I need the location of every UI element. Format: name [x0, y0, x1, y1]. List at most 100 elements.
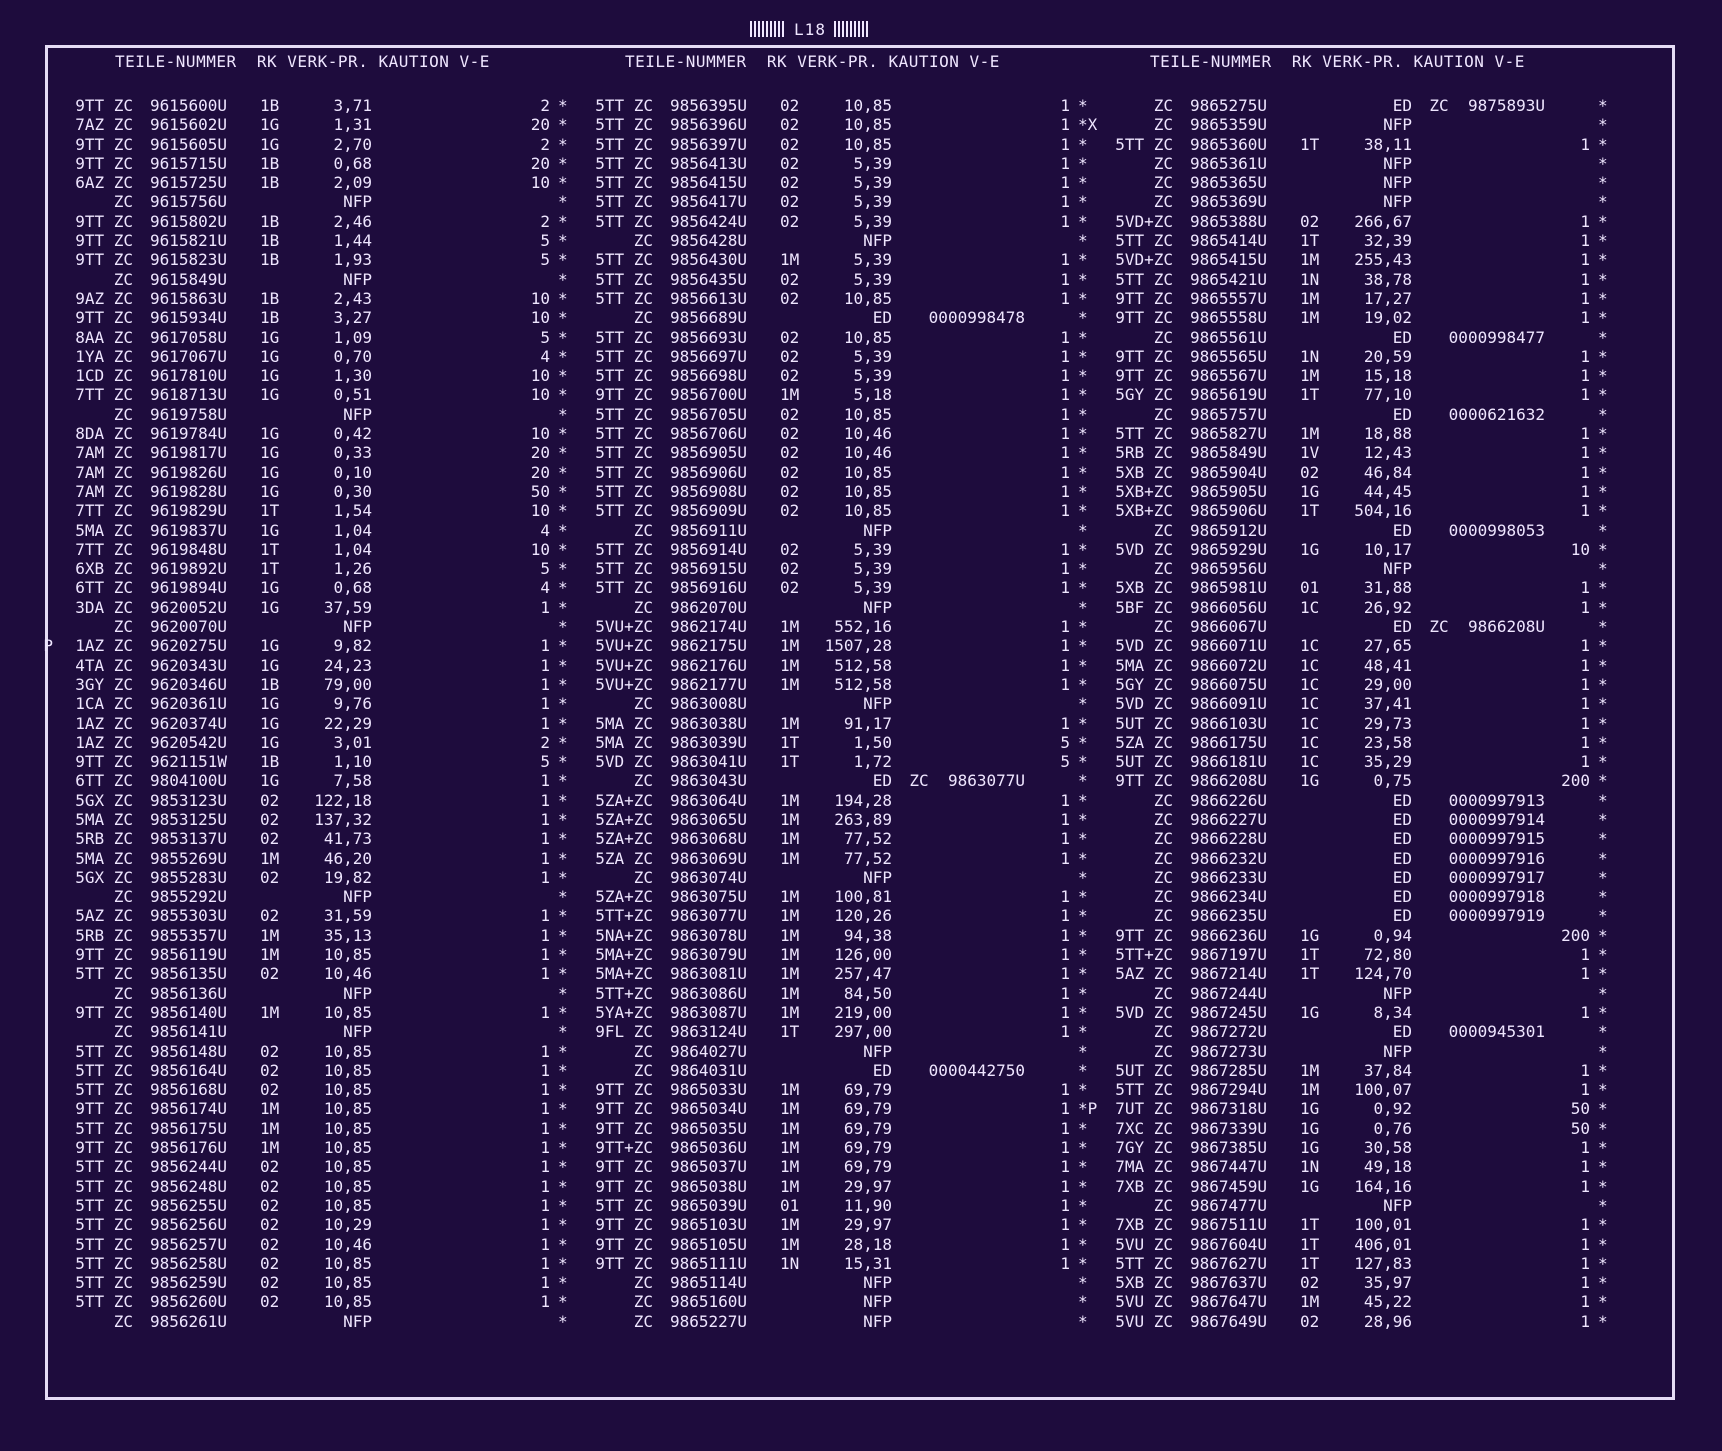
cell-ve: 1 — [1060, 1099, 1070, 1119]
table-row: 9TT ZC 9865035U 1M 69,79 1 * — [575, 1119, 1095, 1138]
cell-num: 9617067U — [150, 346, 228, 366]
table-row: 9TT ZC 9615934U 1B 3,27 10 * — [55, 308, 575, 327]
cell-ve: 1 — [540, 1253, 550, 1273]
cell-num: 9866234U — [1190, 887, 1268, 907]
table-row: ZC 9865359U NFP * — [1095, 115, 1615, 134]
cell-num: 9866091U — [1190, 694, 1268, 714]
cell-ve: 1 — [1580, 211, 1590, 231]
table-row: 9TT ZC 9615715U 1B 0,68 20 * — [55, 154, 575, 173]
cell-num: 9867604U — [1190, 1234, 1268, 1254]
cell-ve: 5 — [540, 250, 550, 270]
table-row: 5VU ZC 9867647U 1M 45,22 1 * — [1095, 1292, 1615, 1311]
cell-rk: 1G — [260, 115, 280, 135]
cell-rk: 1M — [1300, 366, 1320, 386]
cell-num: 9856148U — [150, 1041, 228, 1061]
cell-ve: 1 — [540, 694, 550, 714]
cell-rk: 1C — [1300, 674, 1320, 694]
cell-pr: NFP — [1383, 153, 1412, 173]
cell-typ: 3DA ZC — [75, 597, 133, 617]
cell-typ: 5GX ZC — [75, 790, 133, 810]
tab-stripe-right — [833, 21, 870, 37]
table-row: 9FL ZC 9863124U 1T 297,00 1 * — [575, 1022, 1095, 1041]
cell-ve: 1 — [1060, 1118, 1070, 1138]
cell-ve: 1 — [1580, 443, 1590, 463]
cell-rk: 1C — [1300, 713, 1320, 733]
cell-pr: 10,46 — [843, 424, 892, 444]
cell-ve: 1 — [1580, 385, 1590, 405]
cell-ve: 10 — [530, 539, 550, 559]
cell-typ: 5TT ZC — [1115, 1253, 1173, 1273]
cell-pr: 100,01 — [1354, 1215, 1412, 1235]
cell-pr: 49,18 — [1363, 1157, 1412, 1177]
cell-num: 9620374U — [150, 713, 228, 733]
cell-typ: 5XB ZC — [1115, 462, 1173, 482]
cell-num: 9867637U — [1190, 1273, 1268, 1293]
cell-typ: ZC — [1153, 520, 1173, 540]
cell-pr: NFP — [863, 1311, 892, 1331]
cell-star: * — [1598, 134, 1608, 154]
cell-kau: 0000997915 — [1448, 829, 1545, 849]
cell-pr: 10,85 — [843, 288, 892, 308]
cell-num: 9856698U — [670, 366, 748, 386]
cell-star: * — [1598, 96, 1608, 115]
cell-star: * — [1598, 501, 1608, 521]
cell-num: 9866056U — [1190, 597, 1268, 617]
cell-rk: 02 — [780, 578, 800, 598]
cell-pr: 41,73 — [323, 829, 372, 849]
cell-typ: 1AZ ZC — [75, 732, 133, 752]
table-row: 5UT ZC 9866103U 1C 29,73 1 * — [1095, 714, 1615, 733]
cell-num: 9867339U — [1190, 1118, 1268, 1138]
cell-ve: 1 — [1060, 790, 1070, 810]
table-row: 3DA ZC 9620052U 1G 37,59 1 * — [55, 598, 575, 617]
table-row: 5TT ZC 9856257U 02 10,46 1 * — [55, 1235, 575, 1254]
cell-star: * — [1598, 1292, 1608, 1312]
cell-typ: 5TT ZC — [1115, 269, 1173, 289]
cell-typ: ZC — [633, 231, 653, 251]
cell-rk: 02 — [780, 404, 800, 424]
table-row: 9TT ZC 9865105U 1M 28,18 1 * — [575, 1235, 1095, 1254]
cell-pr: 37,84 — [1363, 1060, 1412, 1080]
cell-typ: 5TT ZC — [595, 134, 653, 154]
cell-pr: 2,46 — [333, 211, 372, 231]
cell-pr: 10,85 — [323, 1176, 372, 1196]
cell-rk: 1B — [260, 231, 280, 251]
cell-ve: 1 — [1060, 983, 1070, 1003]
cell-rk: 1C — [1300, 752, 1320, 772]
table-row: ZC 9865757U ED 0000621632 * — [1095, 405, 1615, 424]
cell-star: * — [1598, 1234, 1608, 1254]
cell-pr: 0,68 — [333, 153, 372, 173]
cell-num: 9863039U — [670, 732, 748, 752]
cell-kau: ZC 9875893U — [1429, 96, 1545, 115]
cell-pr: 10,85 — [843, 462, 892, 482]
cell-typ: 6TT ZC — [75, 771, 133, 791]
cell-typ: ZC — [1153, 404, 1173, 424]
cell-pr: 12,43 — [1363, 443, 1412, 463]
cell-rk: 1M — [1300, 1080, 1320, 1100]
cell-rk: 1G — [260, 771, 280, 791]
cell-ve: 1 — [1580, 481, 1590, 501]
cell-typ: 5MA+ZC — [595, 964, 653, 984]
cell-ve: 1 — [1580, 713, 1590, 733]
cell-pr: NFP — [863, 231, 892, 251]
cell-kau: 0000945301 — [1448, 1022, 1545, 1042]
cell-num: 9865227U — [670, 1311, 748, 1331]
cell-rk: 02 — [260, 1157, 280, 1177]
cell-typ: 9TT ZC — [595, 1176, 653, 1196]
cell-num: 9867197U — [1190, 945, 1268, 965]
cell-num: 9856174U — [150, 1099, 228, 1119]
cell-pr: 10,85 — [843, 404, 892, 424]
cell-typ: 5TT ZC — [75, 1118, 133, 1138]
cell-num: 9615725U — [150, 173, 228, 193]
cell-rk: 1B — [260, 308, 280, 328]
table-row: 5TT ZC 9856258U 02 10,85 1 * — [55, 1254, 575, 1273]
cell-pr: 5,39 — [853, 192, 892, 212]
cell-star: * — [1598, 829, 1608, 849]
cell-ve: 1 — [1060, 829, 1070, 849]
cell-num: 9856140U — [150, 1002, 228, 1022]
cell-star: * — [1598, 1002, 1608, 1022]
table-row: 5TT ZC 9856175U 1M 10,85 1 * — [55, 1119, 575, 1138]
cell-rk: 1M — [780, 655, 800, 675]
cell-kau: 0000997917 — [1448, 867, 1545, 887]
cell-rk: 1N — [780, 1253, 800, 1273]
cell-rk: 1M — [780, 925, 800, 945]
